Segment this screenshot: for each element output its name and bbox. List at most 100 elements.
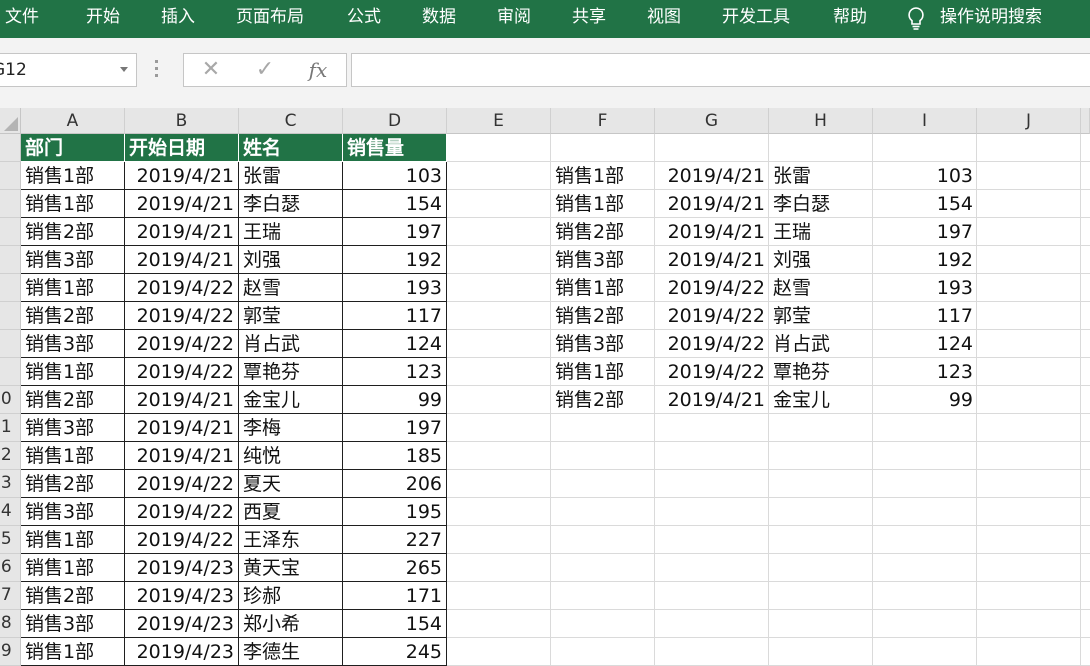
chevron-down-icon[interactable]: [120, 67, 128, 72]
row-header[interactable]: 10: [0, 386, 21, 414]
table-cell[interactable]: 2019/4/22: [125, 498, 239, 526]
table-cell[interactable]: 197: [343, 414, 447, 442]
ribbon-tab[interactable]: 页面布局: [236, 0, 304, 34]
result-cell[interactable]: 99: [873, 386, 977, 414]
table-cell[interactable]: 206: [343, 470, 447, 498]
column-header-i[interactable]: I: [873, 108, 977, 134]
table-cell[interactable]: 夏天: [239, 470, 343, 498]
result-cell[interactable]: 销售1部: [551, 162, 655, 190]
result-cell[interactable]: 103: [873, 162, 977, 190]
result-cell[interactable]: 2019/4/21: [655, 190, 769, 218]
table-cell[interactable]: 郭莹: [239, 302, 343, 330]
row-header[interactable]: 5: [0, 246, 21, 274]
table-cell[interactable]: 销售1部: [21, 358, 125, 386]
table-cell[interactable]: 154: [343, 190, 447, 218]
result-cell[interactable]: 154: [873, 190, 977, 218]
table-cell[interactable]: 销售2部: [21, 470, 125, 498]
table-cell[interactable]: 销售1部: [21, 526, 125, 554]
ribbon-tab[interactable]: 数据: [422, 0, 456, 34]
table-cell[interactable]: 154: [343, 610, 447, 638]
column-header-h[interactable]: H: [769, 108, 873, 134]
table-cell[interactable]: 245: [343, 638, 447, 666]
result-cell[interactable]: 123: [873, 358, 977, 386]
row-header[interactable]: 7: [0, 302, 21, 330]
table-cell[interactable]: 2019/4/22: [125, 302, 239, 330]
table-cell[interactable]: 2019/4/22: [125, 526, 239, 554]
result-cell[interactable]: 赵雪: [769, 274, 873, 302]
table-cell[interactable]: 2019/4/21: [125, 218, 239, 246]
table-cell[interactable]: 王瑞: [239, 218, 343, 246]
result-cell[interactable]: 117: [873, 302, 977, 330]
table-cell[interactable]: 黄天宝: [239, 554, 343, 582]
table-cell[interactable]: 2019/4/21: [125, 442, 239, 470]
table-cell[interactable]: 张雷: [239, 162, 343, 190]
table-cell[interactable]: 2019/4/22: [125, 470, 239, 498]
table-cell[interactable]: 2019/4/21: [125, 246, 239, 274]
table-cell[interactable]: 销售3部: [21, 414, 125, 442]
table-cell[interactable]: 金宝儿: [239, 386, 343, 414]
formula-input[interactable]: [351, 53, 1090, 87]
result-cell[interactable]: 2019/4/22: [655, 302, 769, 330]
cancel-icon[interactable]: ✕: [196, 54, 226, 86]
table-cell[interactable]: 265: [343, 554, 447, 582]
table-header-cell[interactable]: 部门: [21, 134, 125, 162]
row-header[interactable]: 19: [0, 638, 21, 666]
table-cell[interactable]: 2019/4/22: [125, 274, 239, 302]
result-cell[interactable]: 覃艳芬: [769, 358, 873, 386]
result-cell[interactable]: 销售2部: [551, 386, 655, 414]
table-cell[interactable]: 2019/4/21: [125, 414, 239, 442]
ribbon-tab[interactable]: 开始: [86, 0, 120, 34]
ribbon-tab[interactable]: 开发工具: [722, 0, 790, 34]
grip-icon[interactable]: [155, 60, 159, 80]
result-cell[interactable]: 192: [873, 246, 977, 274]
result-cell[interactable]: 销售2部: [551, 302, 655, 330]
table-cell[interactable]: 西夏: [239, 498, 343, 526]
table-cell[interactable]: 销售3部: [21, 610, 125, 638]
column-header-a[interactable]: A: [21, 108, 125, 134]
table-cell[interactable]: 销售1部: [21, 442, 125, 470]
ribbon-tab[interactable]: 公式: [347, 0, 381, 34]
row-header[interactable]: 18: [0, 610, 21, 638]
result-cell[interactable]: 2019/4/22: [655, 330, 769, 358]
table-cell[interactable]: 销售1部: [21, 638, 125, 666]
row-header[interactable]: 4: [0, 218, 21, 246]
table-cell[interactable]: 2019/4/23: [125, 554, 239, 582]
column-header-c[interactable]: C: [239, 108, 343, 134]
table-cell[interactable]: 销售3部: [21, 246, 125, 274]
table-cell[interactable]: 纯悦: [239, 442, 343, 470]
ribbon-tab[interactable]: 文件: [5, 0, 39, 34]
row-header[interactable]: 1: [0, 134, 21, 162]
row-header[interactable]: 17: [0, 582, 21, 610]
result-cell[interactable]: 销售3部: [551, 246, 655, 274]
table-cell[interactable]: 李德生: [239, 638, 343, 666]
row-header[interactable]: 15: [0, 526, 21, 554]
column-header-d[interactable]: D: [343, 108, 447, 134]
result-cell[interactable]: 李白瑟: [769, 190, 873, 218]
column-header-g[interactable]: G: [655, 108, 769, 134]
table-header-cell[interactable]: 姓名: [239, 134, 343, 162]
result-cell[interactable]: 销售1部: [551, 190, 655, 218]
table-cell[interactable]: 123: [343, 358, 447, 386]
table-cell[interactable]: 销售1部: [21, 554, 125, 582]
insert-function-icon[interactable]: fx: [303, 54, 333, 86]
result-cell[interactable]: 197: [873, 218, 977, 246]
table-cell[interactable]: 销售2部: [21, 218, 125, 246]
table-cell[interactable]: 李梅: [239, 414, 343, 442]
row-header[interactable]: 9: [0, 358, 21, 386]
table-cell[interactable]: 销售2部: [21, 582, 125, 610]
column-header-f[interactable]: F: [551, 108, 655, 134]
check-icon[interactable]: ✓: [250, 54, 280, 86]
table-cell[interactable]: 103: [343, 162, 447, 190]
table-cell[interactable]: 193: [343, 274, 447, 302]
table-cell[interactable]: 117: [343, 302, 447, 330]
result-cell[interactable]: 销售2部: [551, 218, 655, 246]
table-cell[interactable]: 刘强: [239, 246, 343, 274]
result-cell[interactable]: 肖占武: [769, 330, 873, 358]
table-cell[interactable]: 192: [343, 246, 447, 274]
table-cell[interactable]: 销售1部: [21, 190, 125, 218]
row-header[interactable]: 12: [0, 442, 21, 470]
result-cell[interactable]: 2019/4/21: [655, 218, 769, 246]
table-header-cell[interactable]: 销售量: [343, 134, 447, 162]
table-cell[interactable]: 185: [343, 442, 447, 470]
table-cell[interactable]: 王泽东: [239, 526, 343, 554]
